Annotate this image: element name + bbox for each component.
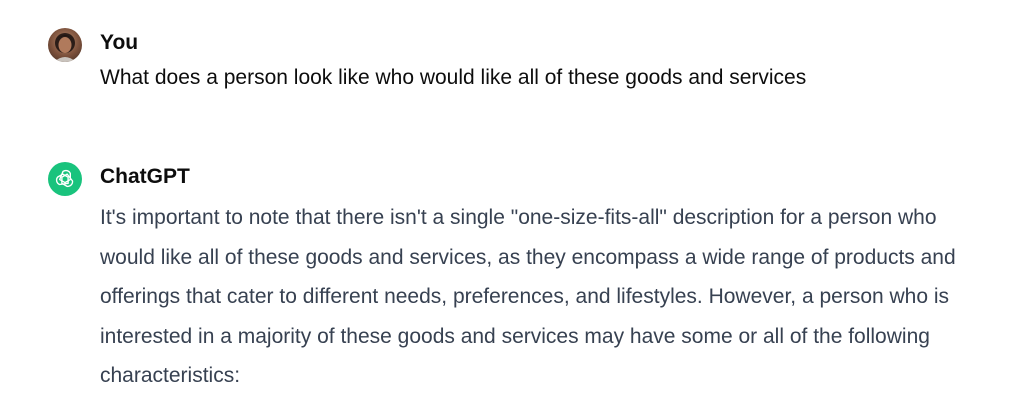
user-author-name: You — [100, 31, 139, 54]
openai-logo-icon — [48, 162, 82, 196]
user-avatar-icon — [48, 28, 82, 62]
user-message-text: What does a person look like who would l… — [100, 66, 807, 89]
assistant-message-text: It's important to note that there isn't … — [100, 206, 956, 387]
assistant-author-name: ChatGPT — [100, 165, 190, 188]
